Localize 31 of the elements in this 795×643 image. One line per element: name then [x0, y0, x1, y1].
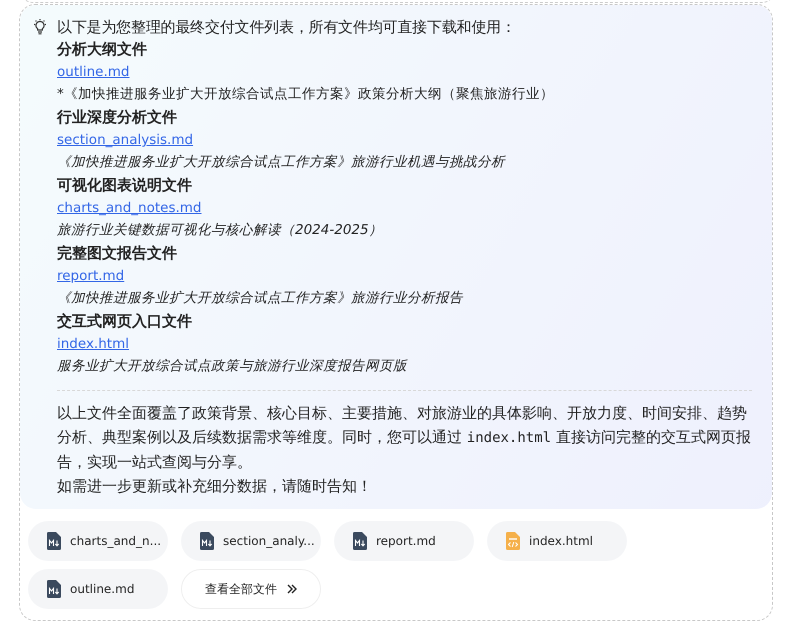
- file-heading: 交互式网页入口文件: [57, 311, 193, 332]
- closing-text: 如需进一步更新或补充细分数据，请随时告知！: [57, 476, 373, 497]
- file-link[interactable]: index.html: [57, 336, 129, 352]
- file-chip[interactable]: outline.md: [28, 569, 168, 609]
- file-description: 服务业扩大开放综合试点政策与旅游行业深度报告网页版: [57, 357, 408, 376]
- file-description: *《加快推进服务业扩大开放综合试点工作方案》政策分析大纲（聚焦旅游行业）: [57, 85, 555, 104]
- markdown-file-icon: [200, 532, 214, 550]
- file-heading: 可视化图表说明文件: [57, 175, 193, 196]
- file-link[interactable]: charts_and_notes.md: [57, 200, 202, 216]
- lightbulb-icon: [33, 19, 47, 35]
- file-description: 《加快推进服务业扩大开放综合试点工作方案》旅游行业机遇与挑战分析: [57, 153, 507, 172]
- view-all-files-button[interactable]: 查看全部文件: [181, 569, 321, 609]
- file-link[interactable]: outline.md: [57, 64, 130, 80]
- markdown-file-icon: [47, 580, 61, 598]
- file-chip[interactable]: report.md: [334, 521, 474, 561]
- markdown-file-icon: [47, 532, 61, 550]
- file-chip[interactable]: index.html: [487, 521, 627, 561]
- file-heading: 行业深度分析文件: [57, 107, 178, 128]
- intro-text: 以下是为您整理的最终交付文件列表，所有文件均可直接下载和使用：: [57, 18, 516, 36]
- file-chip[interactable]: section_analy...: [181, 521, 321, 561]
- file-link[interactable]: report.md: [57, 268, 124, 284]
- file-link[interactable]: section_analysis.md: [57, 132, 194, 148]
- file-heading: 完整图文报告文件: [57, 243, 178, 264]
- file-chip[interactable]: charts_and_n...: [28, 521, 168, 561]
- summary-paragraph: 以上文件全面覆盖了政策背景、核心目标、主要措施、对旅游业的具体影响、开放力度、时间安排、趋势分析、典型案例以及后续数据需求等维度。同时，您可以通过 index.html 直接访问完整的交互式网页报告，实现一站式查阅与分享。: [57, 403, 752, 473]
- double-chevron-icon: [287, 584, 297, 594]
- file-description: 《加快推进服务业扩大开放综合试点工作方案》旅游行业分析报告: [57, 289, 464, 308]
- file-description: 旅游行业关键数据可视化与核心解读（2024-2025）: [57, 221, 384, 240]
- file-heading: 分析大纲文件: [57, 39, 148, 60]
- code-file-icon: [506, 532, 520, 550]
- markdown-file-icon: [353, 532, 367, 550]
